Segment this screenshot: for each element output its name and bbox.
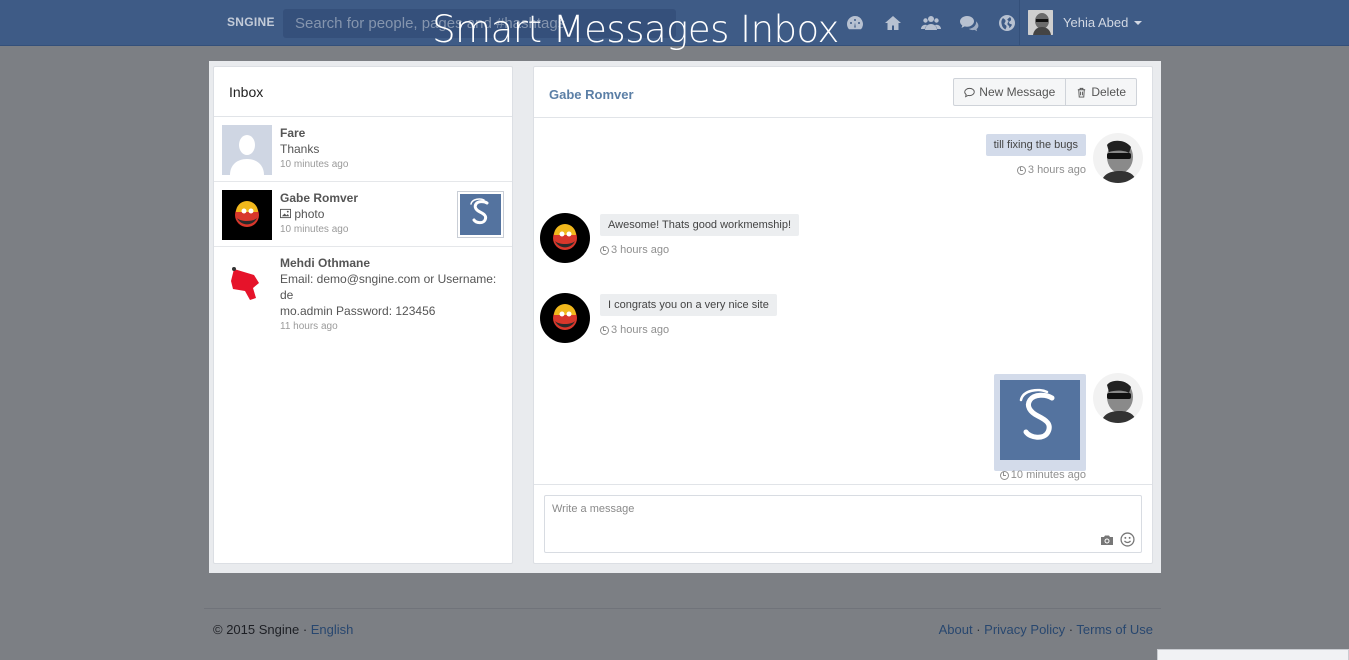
brand-logo[interactable]: SNGINE — [227, 15, 275, 29]
globe-icon[interactable] — [988, 11, 1026, 35]
emoji-icon[interactable] — [1120, 532, 1135, 547]
terms-of-use-link[interactable]: Terms of Use — [1076, 622, 1153, 637]
inbox-title: Inbox — [229, 83, 264, 100]
trash-icon — [1078, 87, 1086, 98]
camera-icon[interactable] — [1100, 533, 1114, 547]
message-bubble: I congrats you on a very nice site — [600, 294, 777, 316]
chat-recipient-name[interactable]: Gabe Romver — [549, 87, 634, 102]
message-photo[interactable] — [994, 374, 1086, 471]
chat-actions: New Message Delete — [953, 78, 1137, 106]
conversation-time: 11 hours ago — [280, 321, 338, 332]
footer-separator: · — [1065, 622, 1077, 637]
inbox-panel: Inbox Fare Thanks 10 minutes ago Gabe Ro… — [213, 66, 513, 564]
delete-button[interactable]: Delete — [1066, 78, 1137, 106]
message-thread: till fixing the bugs 3 hours ago Awesome… — [534, 118, 1152, 485]
conversation-name: Fare — [280, 126, 306, 140]
message-time: 3 hours ago — [600, 324, 669, 336]
user-avatar — [1028, 10, 1053, 35]
image-icon — [280, 208, 291, 219]
message-bubble: till fixing the bugs — [985, 134, 1086, 156]
copyright-text: © 2015 Sngine · — [213, 622, 311, 637]
privacy-policy-link[interactable]: Privacy Policy — [984, 622, 1065, 637]
message-time-text: 3 hours ago — [1027, 164, 1086, 176]
about-link[interactable]: About — [939, 622, 973, 637]
chevron-down-icon — [1134, 20, 1143, 25]
clock-icon — [600, 325, 609, 335]
my-avatar — [1093, 373, 1143, 423]
conversation-item-fare[interactable]: Fare Thanks 10 minutes ago — [214, 117, 512, 182]
avatar — [222, 190, 272, 240]
chat-header: Gabe Romver New Message Delete — [534, 67, 1152, 118]
chat-icon[interactable] — [950, 11, 988, 35]
message-time-text: 3 hours ago — [611, 324, 670, 336]
chat-panel: Gabe Romver New Message Delete till fixi… — [533, 66, 1153, 564]
conversation-time: 10 minutes ago — [280, 159, 349, 170]
messages-container: Inbox Fare Thanks 10 minutes ago Gabe Ro… — [209, 61, 1161, 573]
inbox-header: Inbox — [214, 67, 512, 117]
conversation-snippet-line2: mo.admin Password: 123456 — [280, 304, 436, 318]
comment-icon — [964, 87, 976, 97]
new-message-button[interactable]: New Message — [953, 78, 1067, 106]
language-link[interactable]: English — [311, 622, 354, 637]
new-message-label: New Message — [979, 85, 1056, 99]
message-time-text: 10 minutes ago — [1010, 469, 1086, 481]
nav-divider — [1019, 0, 1020, 46]
message-time: 3 hours ago — [1016, 164, 1086, 176]
nav-icon-group — [836, 11, 1026, 35]
user-name: Yehia Abed — [1063, 15, 1129, 30]
my-avatar — [1093, 133, 1143, 183]
avatar — [222, 125, 272, 175]
conversation-photo-thumb — [457, 191, 504, 238]
message-bubble: Awesome! Thats good workmemship! — [600, 214, 800, 236]
clock-icon — [600, 245, 609, 255]
delete-label: Delete — [1091, 85, 1126, 99]
chat-sidebar-tab[interactable] — [1157, 649, 1349, 660]
contact-avatar — [540, 293, 590, 343]
composer-tools — [1100, 532, 1135, 547]
message-composer — [544, 495, 1142, 553]
footer-copyright: © 2015 Sngine · English — [213, 622, 353, 637]
user-menu[interactable]: Yehia Abed — [1028, 10, 1143, 35]
footer-divider — [204, 608, 1161, 609]
contact-avatar — [540, 213, 590, 263]
message-time: 3 hours ago — [600, 244, 669, 256]
avatar — [222, 255, 272, 305]
dashboard-icon[interactable] — [836, 11, 874, 35]
message-time-text: 3 hours ago — [611, 244, 670, 256]
footer-separator: · — [972, 622, 985, 637]
conversation-item-gabe[interactable]: Gabe Romver photo 10 minutes ago — [214, 182, 512, 247]
conversation-item-mehdi[interactable]: Mehdi Othmane Email: demo@sngine.com or … — [214, 247, 512, 332]
home-icon[interactable] — [874, 11, 912, 35]
clock-icon — [999, 470, 1009, 480]
conversation-snippet: Thanks — [280, 142, 320, 156]
conversation-snippet-line1: Email: demo@sngine.com or Username: de — [280, 272, 497, 302]
conversation-snippet-text: photo — [294, 207, 325, 221]
friends-icon[interactable] — [912, 11, 950, 35]
clock-icon — [1016, 165, 1026, 175]
footer-links: About · Privacy Policy · Terms of Use — [939, 622, 1153, 637]
message-time: 10 minutes ago — [999, 469, 1086, 481]
message-input[interactable] — [545, 496, 1141, 552]
top-navbar: SNGINE Yehia Abed — [0, 0, 1349, 46]
search-input[interactable] — [283, 9, 676, 38]
conversation-name: Mehdi Othmane — [280, 256, 371, 270]
